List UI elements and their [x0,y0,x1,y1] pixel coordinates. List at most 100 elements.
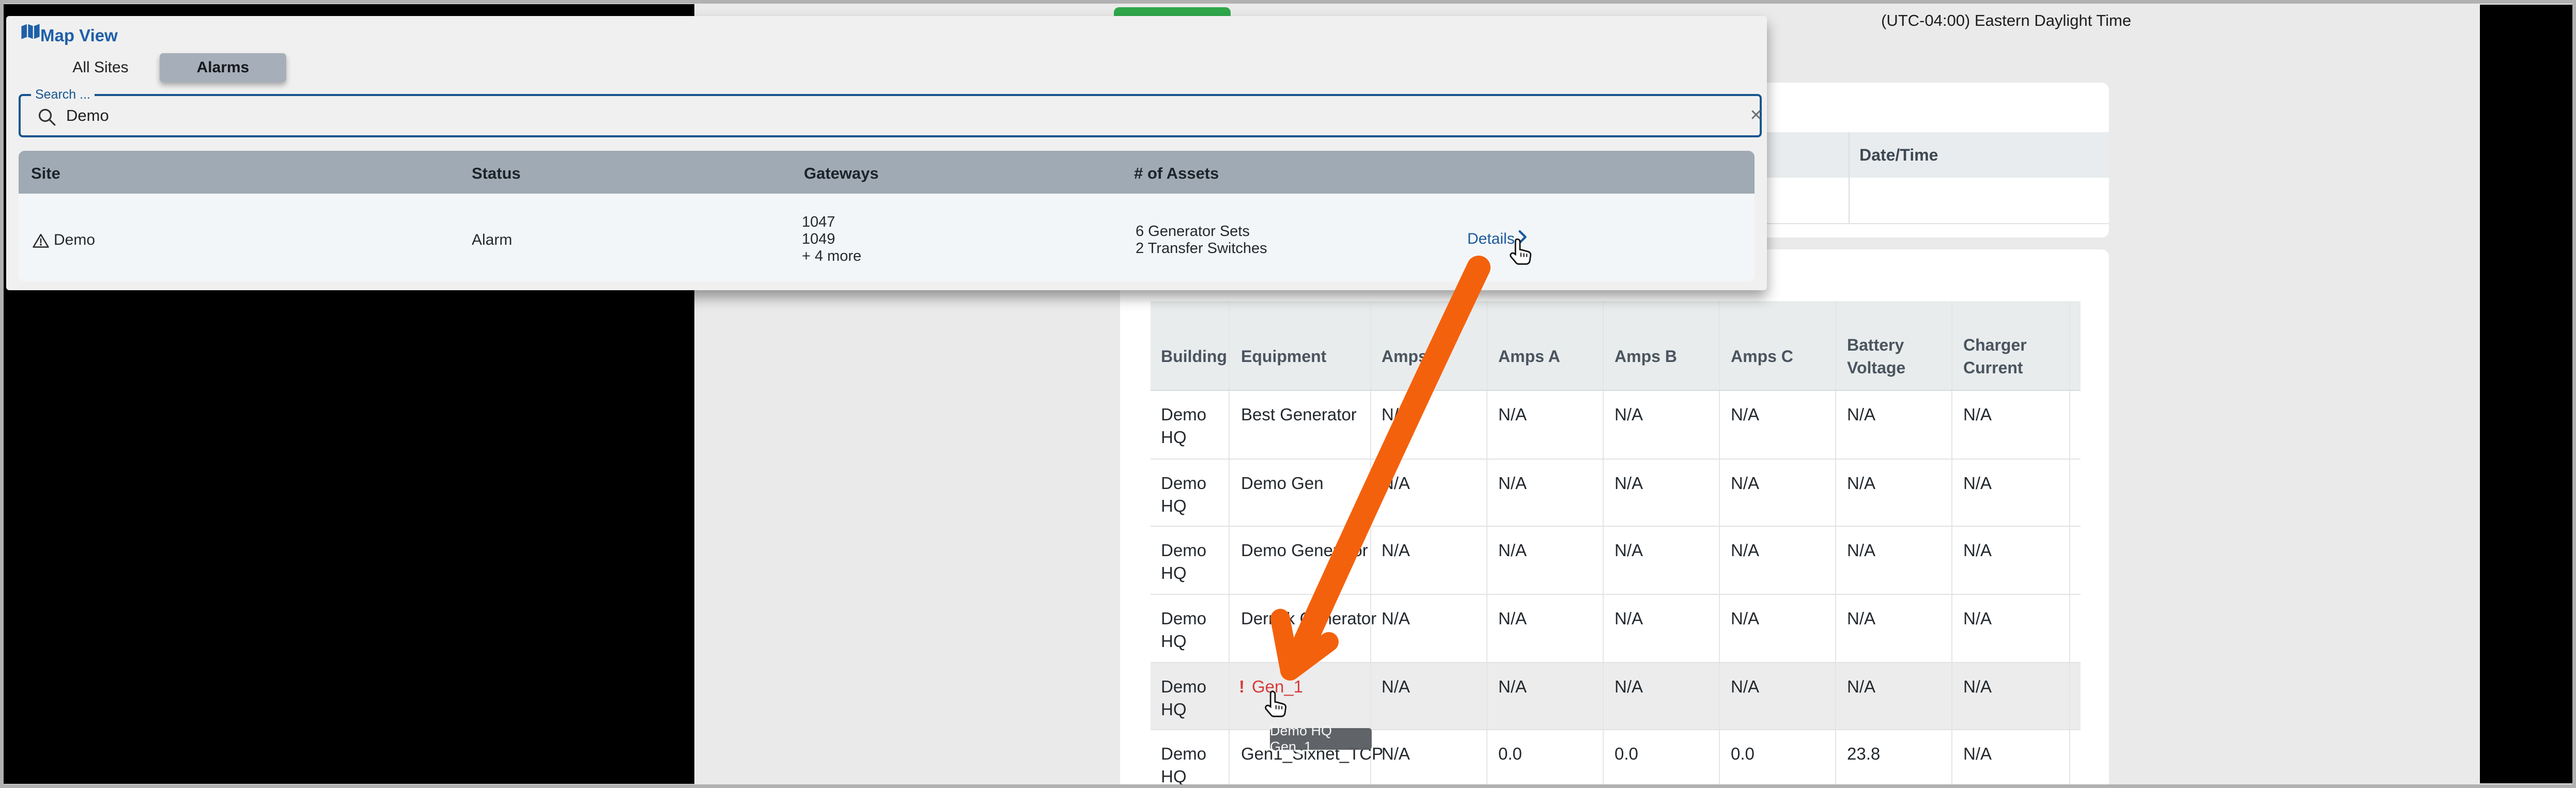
value-cell: N/A [1615,539,1643,562]
col-num-assets: # of Assets [1134,164,1219,183]
row-divider [1151,662,2081,663]
value-cell: 0.0 [1731,743,1755,765]
value-cell: N/A [1498,403,1527,426]
value-cell: N/A [1963,472,1992,495]
search-input[interactable] [66,101,1668,130]
equipment-name-alert-link[interactable]: Gen_1 [1252,677,1303,696]
details-link[interactable]: Details [1467,230,1515,248]
equipment-cell[interactable]: ! Gen_1 [1239,675,1303,698]
value-cell: N/A [1382,743,1410,765]
sites-table-header [19,151,1755,194]
value-cell: N/A [1382,675,1410,698]
building-cell: Demo HQ [1161,607,1220,653]
equipment-col-header: Amps [1382,345,1485,368]
building-cell: Demo HQ [1161,403,1220,449]
equipment-cell[interactable]: Demo Generator [1241,539,1368,562]
site-name: Demo [54,231,95,249]
value-cell: N/A [1615,607,1643,630]
warning-triangle-icon [32,232,50,249]
equipment-cell[interactable]: Demo Gen [1241,472,1324,495]
map-icon [21,23,40,40]
equipment-col-header: Amps C [1731,345,1834,368]
value-cell: N/A [1847,675,1875,698]
map-view-panel: Map View All Sites Alarms Search ... ✕ S… [6,16,1767,290]
value-cell: N/A [1963,675,1992,698]
column-divider [1719,301,1720,788]
value-cell: N/A [1498,472,1527,495]
datetime-card: Date/Time 12/11/2023 2:45 PM [1710,83,2109,238]
site-status: Alarm [472,231,512,249]
equipment-col-header: Equipment [1241,345,1380,368]
black-window-right [2480,5,2572,783]
equipment-col-header: Amps B [1615,345,1718,368]
tooltip: Demo HQ Gen_1 [1270,728,1372,750]
datetime-row-divider [1710,223,2109,224]
site-gateways: 1047 1049 + 4 more [802,214,861,265]
header-bottom-divider [1151,390,2081,391]
value-cell: N/A [1498,539,1527,562]
value-cell: N/A [1731,403,1759,426]
building-cell: Demo HQ [1161,472,1220,517]
value-cell: N/A [1963,607,1992,630]
row-divider [1151,459,2081,460]
value-cell: 0.0 [1498,743,1522,765]
equipment-col-header: Battery Voltage [1847,334,1927,379]
value-cell: N/A [1615,472,1643,495]
equipment-col-header: Amps A [1498,345,1602,368]
value-cell: N/A [1382,607,1410,630]
value-cell: N/A [1847,403,1875,426]
value-cell: N/A [1382,472,1410,495]
value-cell: N/A [1731,607,1759,630]
value-cell: N/A [1731,472,1759,495]
col-site: Site [31,164,60,183]
equipment-cell[interactable]: Derrick Generator [1241,607,1376,630]
column-divider [1951,301,1952,788]
value-cell: N/A [1382,539,1410,562]
value-cell: N/A [1615,403,1643,426]
equipment-table-card: BuildingEquipmentAmps Amps A Amps B Amps C B… [1120,249,2109,788]
equipment-col-header: Building [1161,345,1238,368]
value-cell: N/A [1498,607,1527,630]
datetime-column-divider [1849,132,1850,223]
value-cell: N/A [1615,675,1643,698]
row-divider [1151,594,2081,595]
alert-exclamation-icon: ! [1239,677,1245,696]
value-cell: N/A [1382,403,1410,426]
value-cell: N/A [1498,675,1527,698]
row-divider [1151,526,2081,527]
tab-alarms[interactable]: Alarms [160,53,286,82]
panel-title: Map View [40,26,118,45]
value-cell: N/A [1963,403,1992,426]
column-divider [1486,301,1487,788]
col-gateways: Gateways [804,164,879,183]
column-divider [1603,301,1604,788]
chevron-right-icon[interactable] [1517,229,1528,245]
col-status: Status [472,164,521,183]
search-icon [36,106,58,128]
value-cell: N/A [1731,539,1759,562]
value-cell: N/A [1963,743,1992,765]
building-cell: Demo HQ [1161,675,1220,721]
site-assets: 6 Generator Sets 2 Transfer Switches [1136,223,1267,257]
value-cell: N/A [1847,539,1875,562]
value-cell: N/A [1847,472,1875,495]
building-cell: Demo HQ [1161,539,1220,585]
value-cell: N/A [1963,539,1992,562]
value-cell: N/A [1731,675,1759,698]
value-cell: 0.0 [1615,743,1638,765]
screenshot-root: (UTC-04:00) Eastern Daylight Time Buildi… [0,0,2576,788]
value-cell: 23.8 [1847,743,1880,765]
search-field: Search ... ✕ [19,94,1762,137]
datetime-column-header: Date/Time [1859,146,1938,165]
equipment-col-header: Charger Current [1963,334,2049,379]
column-divider [1370,301,1371,788]
tab-all-sites[interactable]: All Sites [41,53,160,82]
column-divider [1835,301,1836,788]
value-cell: N/A [1847,607,1875,630]
column-divider [1229,301,1230,788]
sites-table-card: Site Status Gateways # of Assets Demo Al… [19,151,1755,281]
timezone-label: (UTC-04:00) Eastern Daylight Time [1881,11,2131,30]
clear-search-icon[interactable]: ✕ [1744,103,1767,127]
search-field-label: Search ... [31,87,95,102]
equipment-cell[interactable]: Best Generator [1241,403,1357,426]
